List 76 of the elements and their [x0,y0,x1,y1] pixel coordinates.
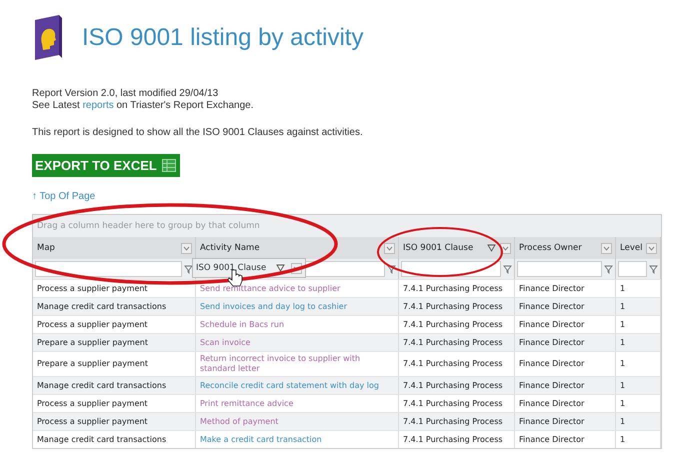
activity-link[interactable]: Scan invoice [200,338,250,348]
table-cell: 7.4.1 Purchasing Process [399,412,515,430]
filter-icon[interactable] [649,264,658,274]
column-header[interactable]: Map [33,237,196,259]
filter-field[interactable] [618,261,647,277]
table-cell: Finance Director [515,297,616,315]
table-cell: Manage credit card transactions [33,376,196,394]
table-cell: 1 [616,412,661,430]
table-cell: Finance Director [515,333,616,351]
export-button[interactable]: EXPORT TO EXCEL [32,154,180,177]
activity-link[interactable]: Return incorrect invoice to supplier with standard letter [200,354,394,374]
table-cell: 7.4.1 Purchasing Process [399,394,515,412]
table-cell: 7.4.1 Purchasing Process [399,279,515,297]
column-menu-button[interactable] [181,242,192,254]
info-text: See Latest [32,100,80,111]
chevron-icon [603,246,610,250]
activity-link[interactable]: Print remittance advice [200,398,294,408]
table-cell: 1 [616,430,661,448]
top-of-page-link[interactable]: ↑ Top Of Page [32,191,690,202]
table-cell: 1 [616,376,661,394]
activity-link[interactable]: Schedule in Bacs run [200,320,284,330]
filter-icon[interactable] [503,264,512,274]
table-cell: Finance Director [515,315,616,333]
column-header[interactable]: Level [616,237,661,259]
table-cell: Finance Director [515,430,616,448]
table-cell: Prepare a supplier payment [33,351,196,376]
filter-icon[interactable] [184,264,193,274]
activity-link[interactable]: Send remittance advice to supplier [200,284,340,294]
filter-icon[interactable] [387,264,396,274]
table-cell: Process a supplier payment [33,412,196,430]
column-header[interactable]: Activity Name [196,237,399,259]
filter-field[interactable] [517,261,602,277]
table-cell: 7.4.1 Purchasing Process [399,351,515,376]
table-cell: 1 [616,279,661,297]
table-cell: Finance Director [515,376,616,394]
table-cell: Finance Director [515,351,616,376]
column-header[interactable]: ISO 9001 Clause [399,237,515,259]
column-menu-button[interactable] [601,242,612,254]
table-cell: Manage credit card transactions [33,297,196,315]
chevron-icon [183,246,190,250]
table-cell: 7.4.1 Purchasing Process [399,376,515,394]
chevron-icon [386,246,393,250]
group-panel: Drag a column header here to group by that column [33,215,661,237]
table-cell: Process a supplier payment [33,394,196,412]
version-text: Report Version 2.0, last modified 29/04/13 [32,88,220,100]
table-cell: Manage credit card transactions [33,430,196,448]
table-cell: 7.4.1 Purchasing Process [399,315,515,333]
table-cell: 1 [616,333,661,351]
chevron-icon [502,246,509,250]
table-cell: Finance Director [515,412,616,430]
table-cell: Prepare a supplier payment [33,333,196,351]
filter-icon [487,244,496,252]
filter-field[interactable] [35,261,182,277]
filter-icon[interactable] [604,264,613,274]
table-cell: 1 [616,394,661,412]
chevron-icon [648,246,655,250]
info-text: on Triaster's Report Exchange. [116,100,254,111]
head-logo-icon [32,14,64,62]
filter-icon [276,264,285,272]
table-cell: Process a supplier payment [33,315,196,333]
table-cell: 1 [616,351,661,376]
table-cell: 7.4.1 Purchasing Process [399,430,515,448]
column-menu-button[interactable] [646,242,657,254]
description-text: This report is designed to show all the ISO 9001 Clauses against activities. [32,127,364,138]
page-title: ISO 9001 listing by activity [82,24,364,52]
table-cell: 7.4.1 Purchasing Process [399,297,515,315]
column-menu-button[interactable] [384,242,395,254]
reports-link[interactable]: reports [82,100,114,111]
table-cell: 1 [616,297,661,315]
activity-link[interactable]: Make a credit card transaction [200,434,322,444]
column-header[interactable]: Process Owner [515,237,616,259]
table-cell: Finance Director [515,279,616,297]
table-cell: Finance Director [515,394,616,412]
table-cell: 1 [616,315,661,333]
spreadsheet-icon [162,159,176,172]
table-cell: 7.4.1 Purchasing Process [399,333,515,351]
